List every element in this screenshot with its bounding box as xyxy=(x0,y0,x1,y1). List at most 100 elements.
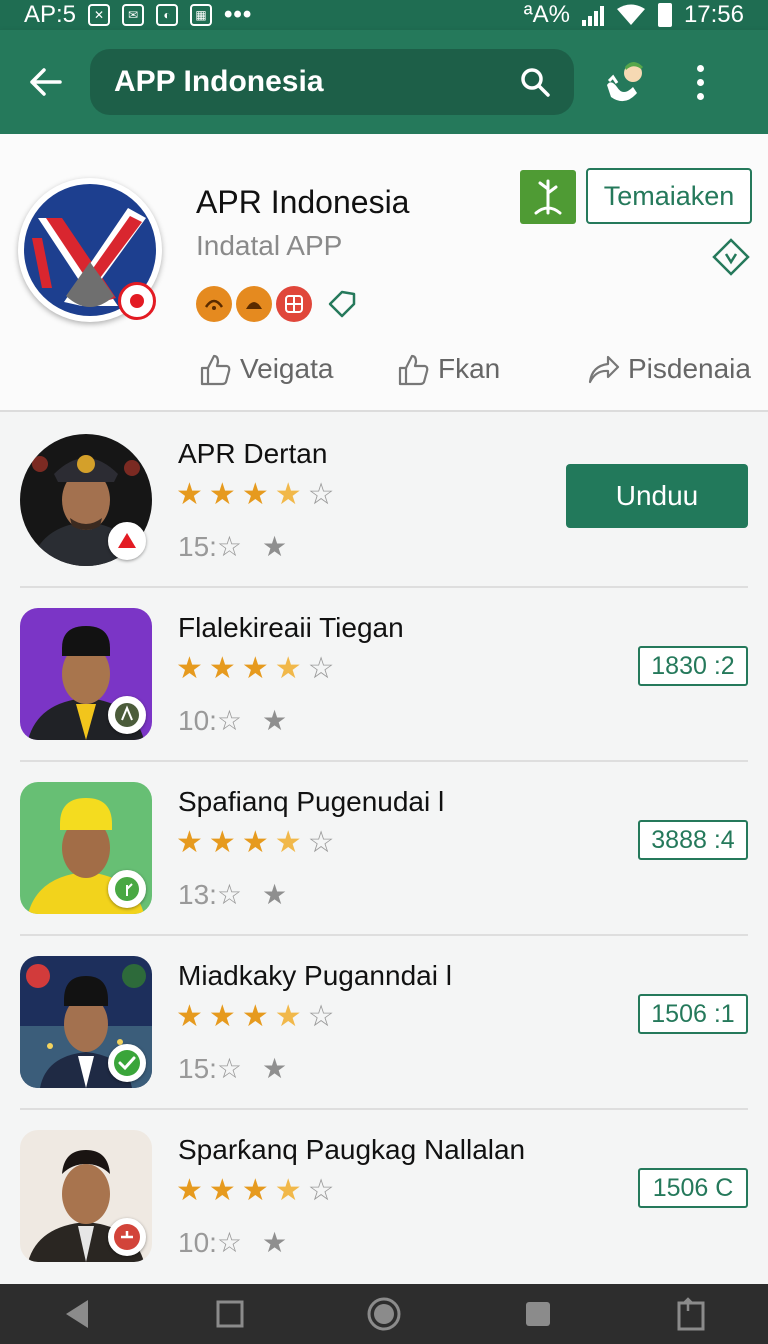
more-options-button[interactable] xyxy=(680,52,720,112)
category-chips xyxy=(196,286,358,322)
action-label: Veigata xyxy=(240,353,334,384)
price-button[interactable]: 1506 :1 xyxy=(638,994,748,1034)
star-half-icon: ★ xyxy=(274,826,302,859)
rating-stars: ★ ★ ★ ★ ☆ xyxy=(176,1002,335,1032)
header-actions: Veigata Fkan Pisdenaia xyxy=(196,352,756,396)
account-button[interactable] xyxy=(598,52,658,112)
dot xyxy=(696,78,704,86)
star-icon: ★ xyxy=(262,1053,288,1084)
signal-icon xyxy=(581,4,604,26)
system-nav-bar xyxy=(0,1284,768,1344)
meta-count: 13:☆ xyxy=(178,879,243,910)
star-full-icon: ★ xyxy=(241,1174,269,1207)
star-full-icon: ★ xyxy=(208,652,236,685)
search-input[interactable]: APP Indonesia xyxy=(114,65,520,99)
action-label: Fkan xyxy=(438,353,501,384)
meta-count: 15:☆ xyxy=(178,531,243,562)
nav-square-button[interactable] xyxy=(508,1289,568,1339)
meta-count: 10:☆ xyxy=(178,1227,243,1258)
leaf-badge-icon xyxy=(108,870,146,908)
status-indicator: ªA% xyxy=(523,1,570,28)
rating-stars: ★ ★ ★ ★ ☆ xyxy=(176,1176,335,1206)
emblem-badge-icon xyxy=(108,696,146,734)
face-chip-icon[interactable] xyxy=(236,286,272,322)
thumbs-up-icon xyxy=(398,354,429,386)
list-item[interactable]: Flalekireaii Tiegan ★ ★ ★ ★ ☆ 10:☆ ★ 183… xyxy=(20,588,748,762)
check-badge-icon xyxy=(108,1044,146,1082)
dot xyxy=(696,64,704,72)
red-badge-icon xyxy=(108,522,146,560)
star-full-icon: ★ xyxy=(241,826,269,859)
list-item[interactable]: APR Dertan ★ ★ ★ ★ ☆ 15:☆ ★ Unduu xyxy=(20,414,748,588)
search-icon[interactable] xyxy=(520,67,550,97)
item-meta: 13:☆ ★ xyxy=(178,878,287,911)
nav-home-button[interactable] xyxy=(354,1289,414,1339)
back-button[interactable] xyxy=(0,30,90,134)
status-bar: AP:5 ✕ ✉ ◐ ▦ ••• ªA% 17:56 xyxy=(0,0,768,30)
circle-home-icon xyxy=(367,1297,401,1331)
status-carrier: AP:5 xyxy=(24,1,77,28)
app-bar: APP Indonesia xyxy=(0,30,768,134)
star-empty-icon: ☆ xyxy=(307,826,335,859)
plant-icon[interactable] xyxy=(520,170,576,224)
square-recents-icon xyxy=(216,1300,244,1328)
action-pisdenaia[interactable]: Pisdenaia xyxy=(586,352,751,386)
price-button[interactable]: 3888 :4 xyxy=(638,820,748,860)
more-notifications-icon: ••• xyxy=(224,1,253,28)
star-empty-icon: ☆ xyxy=(307,1000,335,1033)
app-notification-icon: ◐ xyxy=(156,4,179,26)
list-item[interactable]: Spafianq Pugenudai l ★ ★ ★ ★ ☆ 13:☆ ★ 38… xyxy=(20,762,748,936)
mail-icon: ✉ xyxy=(122,4,145,26)
star-full-icon: ★ xyxy=(176,1174,203,1207)
item-name: APR Dertan xyxy=(178,438,328,469)
nav-back-button[interactable] xyxy=(47,1289,107,1339)
price-button[interactable]: 1506 C xyxy=(638,1168,748,1208)
follow-button[interactable]: Temaiaken xyxy=(586,168,752,224)
star-half-icon: ★ xyxy=(274,1000,302,1033)
tag-icon[interactable] xyxy=(326,288,358,320)
star-full-icon: ★ xyxy=(208,1174,236,1207)
list-item[interactable]: Sparƙanq Paugkag Nallalan ★ ★ ★ ★ ☆ 10:☆… xyxy=(20,1110,748,1284)
user-avatar-icon xyxy=(607,62,643,102)
star-empty-icon: ☆ xyxy=(307,652,335,685)
star-full-icon: ★ xyxy=(176,826,203,859)
item-name: Sparƙanq Paugkag Nallalan xyxy=(178,1134,526,1165)
search-bar[interactable]: APP Indonesia xyxy=(90,49,574,115)
app-list: APR Dertan ★ ★ ★ ★ ☆ 15:☆ ★ Unduu Flalek… xyxy=(0,414,768,1284)
grid-chip-icon[interactable] xyxy=(276,286,312,322)
item-meta: 15:☆ ★ xyxy=(178,530,287,563)
item-name: Spafianq Pugenudai l xyxy=(178,786,445,817)
meta-count: 10:☆ xyxy=(178,705,243,736)
notification-x-icon: ✕ xyxy=(88,4,111,26)
star-icon: ★ xyxy=(262,1227,288,1258)
diamond-badge-icon[interactable] xyxy=(712,238,750,276)
battery-icon xyxy=(657,3,672,27)
filled-square-icon xyxy=(525,1302,550,1326)
nav-rotate-button[interactable] xyxy=(661,1289,721,1339)
smile-chip-icon[interactable] xyxy=(196,286,232,322)
action-veigata[interactable]: Veigata xyxy=(198,352,333,386)
triangle-back-icon xyxy=(65,1300,88,1328)
dot xyxy=(696,92,704,100)
rotate-screen-icon xyxy=(677,1297,705,1331)
action-label: Pisdenaia xyxy=(628,353,751,384)
star-full-icon: ★ xyxy=(241,652,269,685)
wifi-icon xyxy=(616,4,645,25)
item-name: Miadkaky Puganndai l xyxy=(178,960,452,991)
star-empty-icon: ☆ xyxy=(307,478,335,511)
download-button[interactable]: Unduu xyxy=(566,464,748,528)
item-meta: 10:☆ ★ xyxy=(178,704,287,737)
app-subtitle: Indatal APP xyxy=(196,230,343,261)
star-half-icon: ★ xyxy=(274,652,302,685)
screen: AP:5 ✕ ✉ ◐ ▦ ••• ªA% 17:56 APP Indonesia xyxy=(0,0,768,1344)
star-icon: ★ xyxy=(262,705,288,736)
meta-count: 15:☆ xyxy=(178,1053,243,1084)
list-item[interactable]: Miadkaky Puganndai l ★ ★ ★ ★ ☆ 15:☆ ★ 15… xyxy=(20,936,748,1110)
action-fkan[interactable]: Fkan xyxy=(396,352,500,386)
star-full-icon: ★ xyxy=(208,478,236,511)
rating-stars: ★ ★ ★ ★ ☆ xyxy=(176,828,335,858)
nav-recents-button[interactable] xyxy=(200,1289,260,1339)
item-name: Flalekireaii Tiegan xyxy=(178,612,404,643)
star-full-icon: ★ xyxy=(176,652,203,685)
price-button[interactable]: 1830 :2 xyxy=(638,646,748,686)
